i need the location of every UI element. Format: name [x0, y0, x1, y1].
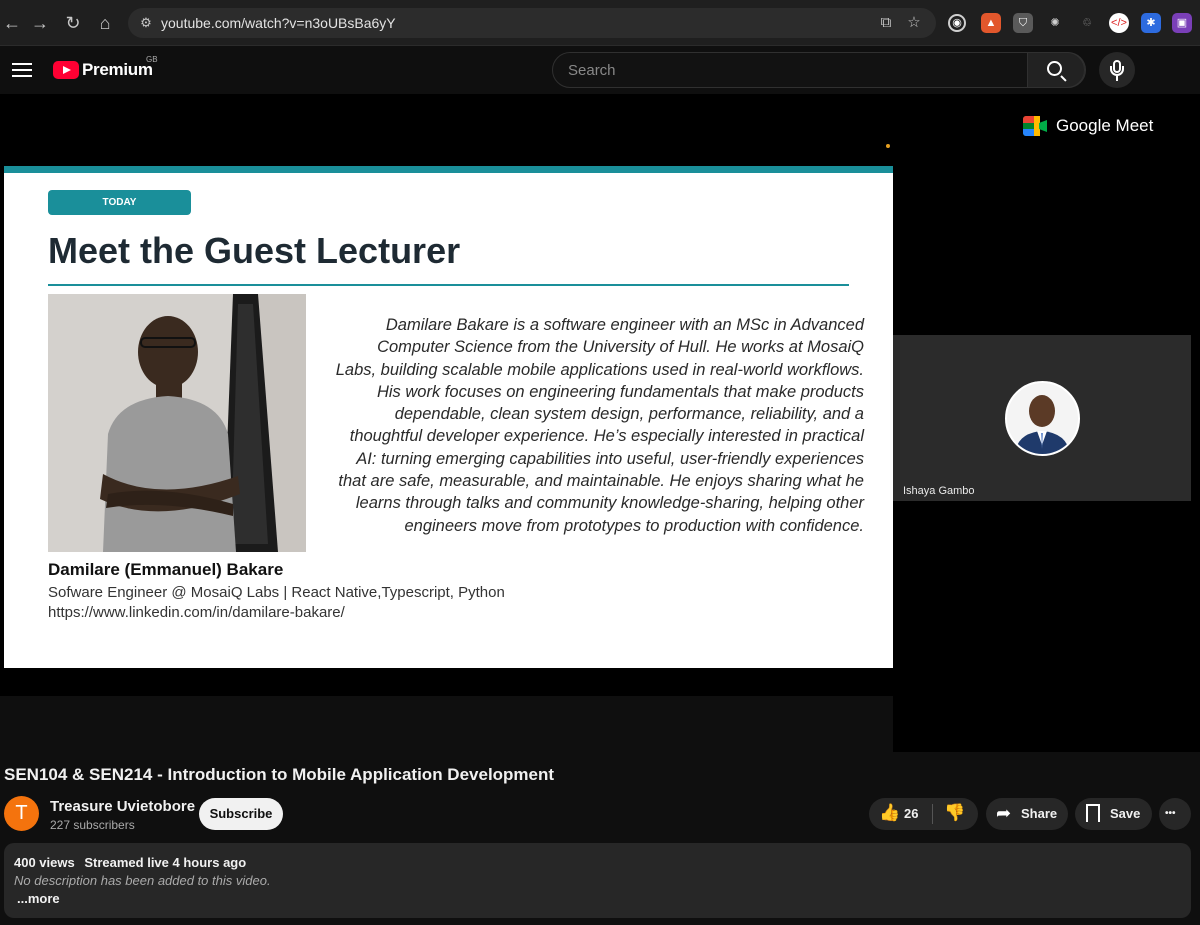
- meet-participant-panel: Google Meet Ishaya Gambo: [893, 94, 1191, 752]
- today-badge: TODAY: [48, 190, 191, 215]
- like-count: 26: [904, 806, 919, 821]
- participant-avatar: [1005, 381, 1080, 456]
- channel-name[interactable]: Treasure Uvietobore: [50, 798, 195, 815]
- bookmark-star-icon[interactable]: ☆: [904, 13, 924, 33]
- player-letterbox: [0, 696, 893, 752]
- save-button[interactable]: Save: [1075, 798, 1152, 830]
- share-button[interactable]: ➦ Share: [986, 798, 1068, 830]
- bookmark-icon: [1086, 804, 1100, 822]
- dislike-button[interactable]: 👎: [933, 798, 978, 830]
- forward-icon[interactable]: →: [28, 11, 52, 35]
- lecturer-role: Sofware Engineer @ MosaiQ Labs | React N…: [48, 584, 505, 601]
- mic-stand: [1110, 66, 1124, 76]
- google-meet-logo: Google Meet: [1023, 116, 1153, 136]
- code-icon[interactable]: </>: [1109, 13, 1129, 33]
- pointer-dot: [886, 144, 890, 148]
- mic-foot: [1116, 76, 1118, 81]
- video-meta: 400 views Streamed live 4 hours ago: [14, 855, 252, 870]
- gear-badge-icon[interactable]: ✱: [1141, 13, 1161, 33]
- shield-icon[interactable]: ⛉: [1013, 13, 1033, 33]
- shared-screen: TODAY Meet the Guest Lecturer Damilare B…: [4, 140, 893, 696]
- description-text: No description has been added to this vi…: [14, 873, 271, 888]
- reload-icon[interactable]: ↻: [61, 11, 85, 35]
- slide-divider: [48, 284, 849, 286]
- channel-avatar[interactable]: T: [4, 796, 39, 831]
- address-bar[interactable]: ⚙ youtube.com/watch?v=n3oUBsBa6yY ⧉ ☆: [128, 8, 936, 38]
- youtube-logo[interactable]: Premium GB: [53, 55, 158, 81]
- lecturer-bio: Damilare Bakare is a software engineer w…: [335, 316, 864, 535]
- search-input[interactable]: Search: [552, 52, 1086, 88]
- video-title: SEN104 & SEN214 - Introduction to Mobile…: [4, 765, 555, 784]
- slide-heading: Meet the Guest Lecturer: [48, 230, 461, 271]
- stream-time: Streamed live 4 hours ago: [84, 855, 247, 870]
- logo-text: Premium: [82, 60, 153, 79]
- share-icon: ➦: [996, 803, 1012, 823]
- subscriber-count: 227 subscribers: [50, 818, 135, 832]
- share-label: Share: [1021, 806, 1058, 821]
- thumbs-up-icon: 👍: [879, 803, 901, 822]
- recycle-icon[interactable]: ♲: [1077, 13, 1097, 33]
- home-icon[interactable]: ⌂: [93, 11, 117, 35]
- subscribe-button[interactable]: Subscribe: [199, 798, 283, 830]
- like-button[interactable]: 👍 26: [869, 798, 932, 830]
- fox-icon[interactable]: ▲: [981, 13, 1001, 33]
- video-player[interactable]: TODAY Meet the Guest Lecturer Damilare B…: [0, 94, 1200, 752]
- back-icon[interactable]: ←: [0, 11, 24, 35]
- url-text[interactable]: youtube.com/watch?v=n3oUBsBa6yY: [161, 15, 396, 31]
- more-actions-icon: •••: [1165, 808, 1176, 819]
- target-icon[interactable]: ◉: [948, 14, 966, 32]
- cast-icon[interactable]: ⧉: [876, 13, 896, 33]
- youtube-header: Premium GB Search: [0, 46, 1200, 94]
- lecturer-linkedin: https://www.linkedin.com/in/damilare-bak…: [48, 604, 345, 621]
- participant-tile[interactable]: Ishaya Gambo: [893, 335, 1191, 501]
- google-meet-icon: [1023, 116, 1047, 136]
- slide-top-bar: [4, 166, 893, 173]
- atom-icon[interactable]: ✺: [1045, 13, 1065, 33]
- thumbs-down-icon: 👎: [944, 803, 966, 822]
- search-icon: [1047, 61, 1062, 76]
- youtube-play-icon: [53, 61, 79, 79]
- browser-toolbar: ← → ↻ ⌂ ⚙ youtube.com/watch?v=n3oUBsBa6y…: [0, 0, 1200, 46]
- puzzle-icon[interactable]: ▣: [1172, 13, 1192, 33]
- country-code: GB: [146, 55, 158, 64]
- lecturer-name: Damilare (Emmanuel) Bakare: [48, 560, 284, 579]
- save-label: Save: [1110, 806, 1141, 821]
- search-button[interactable]: [1027, 52, 1085, 88]
- show-more-link[interactable]: ...more: [17, 891, 60, 906]
- description-box[interactable]: 400 views Streamed live 4 hours ago No d…: [4, 843, 1191, 918]
- site-settings-icon[interactable]: ⚙: [136, 13, 156, 33]
- presentation-slide: TODAY Meet the Guest Lecturer Damilare B…: [4, 166, 893, 668]
- menu-icon[interactable]: [12, 60, 32, 80]
- view-count: 400 views: [14, 855, 75, 870]
- search-placeholder: Search: [568, 62, 616, 79]
- voice-search-button[interactable]: [1099, 52, 1135, 88]
- more-actions-button[interactable]: •••: [1159, 798, 1191, 830]
- google-meet-label: Google Meet: [1056, 116, 1154, 135]
- participant-name: Ishaya Gambo: [903, 485, 975, 497]
- like-dislike-bar: 👍 26 👎: [869, 798, 978, 830]
- lecturer-photo: [48, 294, 306, 552]
